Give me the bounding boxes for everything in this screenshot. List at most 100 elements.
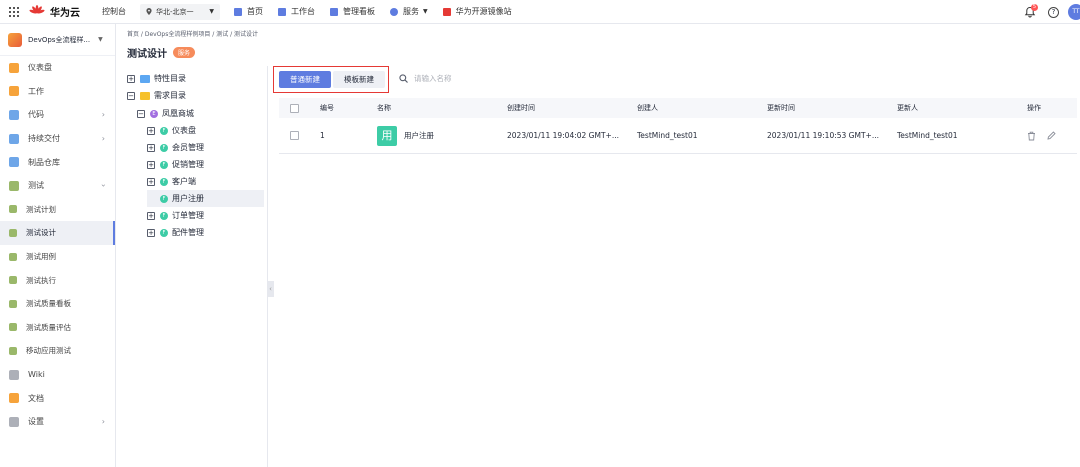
edit-icon[interactable] bbox=[1046, 130, 1056, 141]
region-selector[interactable]: 华北-北京一 ▼ bbox=[140, 3, 220, 20]
expand-icon[interactable]: + bbox=[127, 74, 135, 83]
sidebar-item-quality-board[interactable]: 测试质量看板 bbox=[0, 292, 115, 316]
work-icon bbox=[9, 86, 19, 97]
sidebar-item-test[interactable]: 测试 › bbox=[0, 174, 115, 198]
sidebar-item-code[interactable]: 代码 › bbox=[0, 103, 115, 127]
tree-node-req-dir[interactable]: − 需求目录 bbox=[127, 87, 186, 104]
top-nav: 首页 工作台 管理看板 服务 ▼ 华为开源镜像站 bbox=[234, 6, 527, 17]
cell-created-time: 2023/01/11 19:04:02 GMT+... bbox=[507, 131, 619, 140]
dashboard-icon bbox=[330, 7, 338, 16]
expand-icon[interactable]: + bbox=[147, 211, 155, 220]
sidebar-item-artifact[interactable]: 制品仓库 bbox=[0, 150, 115, 174]
feature-icon: F bbox=[160, 160, 168, 169]
sidebar-item-label: 测试 bbox=[28, 181, 44, 191]
nav-mirror-label: 华为开源镜像站 bbox=[455, 7, 512, 16]
sidebar-item-docs[interactable]: 文档 bbox=[0, 386, 115, 410]
expand-icon[interactable]: + bbox=[147, 143, 155, 152]
tree-node-label: 需求目录 bbox=[154, 91, 186, 100]
collapse-icon[interactable]: − bbox=[127, 91, 135, 100]
location-pin-icon bbox=[146, 8, 152, 15]
delivery-icon bbox=[9, 133, 19, 144]
help-icon[interactable]: ? bbox=[1048, 6, 1059, 18]
sidebar-item-label: 测试用例 bbox=[26, 252, 56, 262]
expand-icon[interactable]: + bbox=[147, 228, 155, 237]
tree-node[interactable]: + F 仪表盘 bbox=[147, 122, 196, 139]
tree-node[interactable]: + F 客户端 bbox=[147, 173, 196, 190]
tree-node-label: 订单管理 bbox=[172, 211, 204, 220]
caret-down-icon: ▼ bbox=[209, 8, 214, 15]
normal-new-button[interactable]: 普通新建 bbox=[279, 71, 331, 88]
service-icon bbox=[390, 7, 398, 16]
expand-icon[interactable]: + bbox=[147, 160, 155, 169]
select-all-checkbox[interactable] bbox=[290, 103, 299, 113]
project-icon bbox=[8, 32, 22, 47]
nav-home[interactable]: 首页 bbox=[234, 6, 263, 17]
sidebar-item-delivery[interactable]: 持续交付 › bbox=[0, 127, 115, 151]
region-label: 华北-北京一 bbox=[156, 7, 194, 16]
sidebar-item-work[interactable]: 工作 bbox=[0, 80, 115, 104]
search-input[interactable]: 请输入名称 bbox=[399, 73, 452, 84]
breadcrumb[interactable]: 首页 / DevOps全流程样例项目 / 测试 / 测试设计 bbox=[127, 29, 258, 38]
brand-name[interactable]: 华为云 bbox=[50, 4, 80, 19]
feature-icon: F bbox=[160, 228, 168, 237]
sidebar-item-quality-eval[interactable]: 测试质量评估 bbox=[0, 316, 115, 340]
row-checkbox[interactable] bbox=[290, 131, 299, 140]
mobile-test-icon bbox=[9, 346, 17, 355]
tree-node[interactable]: + F 会员管理 bbox=[147, 139, 204, 156]
nav-service[interactable]: 服务 ▼ bbox=[390, 6, 428, 17]
col-updater: 更新人 bbox=[897, 104, 918, 112]
huawei-logo-icon[interactable] bbox=[28, 4, 46, 19]
artifact-icon bbox=[9, 157, 19, 168]
delete-icon[interactable] bbox=[1027, 131, 1036, 141]
design-case-icon: 用 bbox=[377, 125, 397, 146]
nav-dashboard-label: 管理看板 bbox=[343, 7, 375, 16]
nav-dashboard[interactable]: 管理看板 bbox=[330, 6, 375, 17]
tree-node-selected[interactable]: F 用户注册 bbox=[147, 190, 264, 207]
app-grid-icon[interactable] bbox=[9, 6, 19, 17]
page-badge: 服务 bbox=[173, 47, 196, 58]
sidebar-item-dashboard[interactable]: 仪表盘 bbox=[0, 56, 115, 80]
expand-icon[interactable]: + bbox=[147, 126, 155, 135]
tree-node-label: 促销管理 bbox=[172, 160, 204, 169]
sidebar-item-wiki[interactable]: Wiki bbox=[0, 363, 115, 387]
sidebar-item-test-design[interactable]: 测试设计 bbox=[0, 221, 115, 245]
page-title-text: 测试设计 bbox=[127, 49, 167, 60]
workbench-icon bbox=[278, 7, 286, 16]
sidebar-item-label: 文档 bbox=[28, 393, 44, 403]
col-ops: 操作 bbox=[1027, 104, 1041, 112]
avatar[interactable]: TT bbox=[1068, 4, 1080, 20]
case-name[interactable]: 用户注册 bbox=[404, 130, 434, 141]
cell-name[interactable]: 用 用户注册 bbox=[377, 118, 434, 153]
tree-node-root[interactable]: − E 凤凰商城 bbox=[137, 105, 194, 122]
expand-icon[interactable]: + bbox=[147, 177, 155, 186]
tree-node-label: 用户注册 bbox=[172, 194, 204, 203]
sidebar-item-test-execution[interactable]: 测试执行 bbox=[0, 268, 115, 292]
sidebar-item-label: 测试计划 bbox=[26, 204, 56, 214]
test-case-icon bbox=[9, 252, 17, 261]
tree-node[interactable]: + F 订单管理 bbox=[147, 207, 204, 224]
table-row[interactable]: 1 用 用户注册 2023/01/11 19:04:02 GMT+... Tes… bbox=[279, 118, 1077, 154]
sidebar-item-test-case[interactable]: 测试用例 bbox=[0, 245, 115, 269]
nav-mirror[interactable]: 华为开源镜像站 bbox=[442, 6, 512, 17]
project-selector[interactable]: DevOps全流程样... ▼ bbox=[0, 24, 115, 56]
docs-icon bbox=[9, 393, 19, 404]
tree-node-feature-dir[interactable]: + 特性目录 bbox=[127, 70, 186, 87]
sidebar-item-label: 工作 bbox=[28, 86, 44, 96]
template-new-button[interactable]: 模板新建 bbox=[333, 71, 385, 88]
tree-node-label: 凤凰商城 bbox=[162, 109, 194, 118]
collapse-icon[interactable]: − bbox=[137, 109, 145, 118]
feature-icon: F bbox=[160, 194, 168, 203]
panel-collapse-handle[interactable]: ‹ bbox=[267, 281, 274, 297]
console-link[interactable]: 控制台 bbox=[102, 6, 126, 17]
notification-bell-icon[interactable]: 5 bbox=[1024, 4, 1038, 18]
col-id: 编号 bbox=[320, 104, 334, 112]
sidebar-item-mobile-test[interactable]: 移动应用测试 bbox=[0, 339, 115, 363]
nav-workbench[interactable]: 工作台 bbox=[278, 6, 315, 17]
sidebar-item-label: 测试设计 bbox=[26, 228, 56, 238]
tree-node[interactable]: + F 促销管理 bbox=[147, 156, 204, 173]
sidebar-item-settings[interactable]: 设置 › bbox=[0, 410, 115, 434]
col-creator: 创建人 bbox=[637, 104, 658, 112]
sidebar-item-test-plan[interactable]: 测试计划 bbox=[0, 198, 115, 222]
tree-node[interactable]: + F 配件管理 bbox=[147, 224, 204, 241]
tree-node-label: 仪表盘 bbox=[172, 126, 196, 135]
